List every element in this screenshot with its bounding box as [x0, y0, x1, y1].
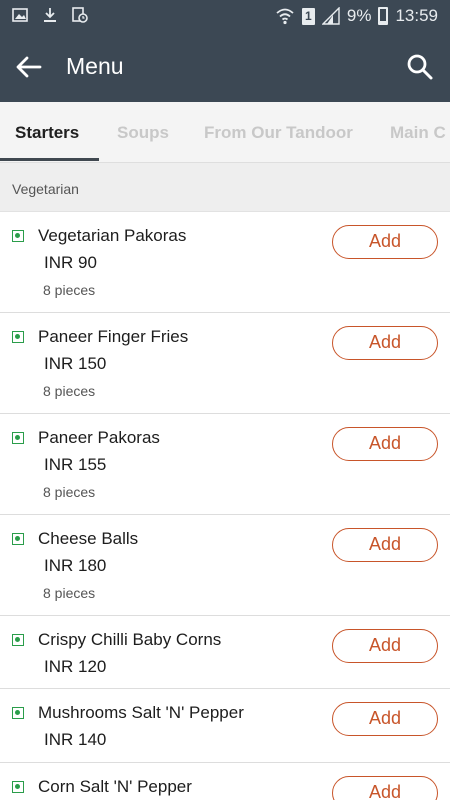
add-button[interactable]: Add — [332, 629, 438, 663]
item-price: INR 140 — [44, 730, 107, 749]
status-notifications — [12, 7, 88, 23]
signal-icon — [321, 7, 340, 25]
veg-indicator-icon — [12, 230, 24, 242]
item-price: INR 150 — [44, 354, 107, 373]
tab-from-our-tandoor[interactable]: From Our Tandoor — [204, 123, 353, 143]
gallery-icon — [12, 8, 28, 22]
add-button[interactable]: Add — [332, 326, 438, 360]
arrow-left-icon[interactable] — [14, 53, 44, 81]
clock-time: 13:59 — [395, 6, 438, 25]
sim-slot-badge: 1 — [301, 7, 315, 25]
item-name: Cheese Balls — [38, 529, 139, 548]
list-item: Crispy Chilli Baby Corns INR 120 Add — [0, 616, 450, 689]
veg-indicator-icon — [12, 533, 24, 545]
item-description: 8 pieces — [43, 484, 96, 500]
menu-list: Vegetarian Pakoras INR 90 8 pieces Add P… — [0, 212, 450, 800]
battery-icon — [378, 7, 389, 25]
status-bar: 1 9% 13:59 — [0, 0, 450, 32]
battery-percent: 9% — [346, 6, 372, 25]
section-label-vegetarian: Vegetarian — [12, 181, 79, 197]
veg-indicator-icon — [12, 331, 24, 343]
list-item: Cheese Balls INR 180 8 pieces Add — [0, 515, 450, 616]
tab-main-course[interactable]: Main C — [390, 123, 446, 143]
search-icon[interactable] — [406, 53, 434, 81]
veg-indicator-icon — [12, 781, 24, 793]
item-description: 8 pieces — [43, 282, 96, 298]
item-name: Crispy Chilli Baby Corns — [38, 630, 222, 649]
category-tabs: Starters Soups From Our Tandoor Main C — [0, 102, 450, 163]
add-button[interactable]: Add — [332, 702, 438, 736]
item-price: INR 120 — [44, 657, 107, 676]
list-item: Paneer Finger Fries INR 150 8 pieces Add — [0, 313, 450, 414]
tab-starters[interactable]: Starters — [15, 123, 79, 143]
item-name: Vegetarian Pakoras — [38, 226, 187, 245]
veg-indicator-icon — [12, 634, 24, 646]
list-item: Vegetarian Pakoras INR 90 8 pieces Add — [0, 212, 450, 313]
item-price: INR 155 — [44, 455, 107, 474]
add-button[interactable]: Add — [332, 427, 438, 461]
item-name: Mushrooms Salt 'N' Pepper — [38, 703, 244, 722]
add-button[interactable]: Add — [332, 528, 438, 562]
item-description: 8 pieces — [43, 383, 96, 399]
item-price: INR 90 — [44, 253, 97, 272]
download-icon — [44, 8, 56, 22]
active-tab-indicator — [0, 158, 99, 161]
wifi-icon — [276, 8, 294, 25]
veg-indicator-icon — [12, 432, 24, 444]
veg-indicator-icon — [12, 707, 24, 719]
status-system: 1 9% 13:59 — [275, 0, 438, 32]
section-header: Vegetarian — [0, 163, 450, 212]
add-button[interactable]: Add — [332, 776, 438, 800]
item-name: Paneer Pakoras — [38, 428, 160, 447]
list-item: Corn Salt 'N' Pepper Add — [0, 763, 450, 800]
item-description: 8 pieces — [43, 585, 96, 601]
item-price: INR 180 — [44, 556, 107, 575]
item-name: Corn Salt 'N' Pepper — [38, 777, 192, 796]
add-button[interactable]: Add — [332, 225, 438, 259]
list-item: Paneer Pakoras INR 155 8 pieces Add — [0, 414, 450, 515]
app-bar: Menu — [0, 32, 450, 102]
item-name: Paneer Finger Fries — [38, 327, 189, 346]
page-title: Menu — [66, 53, 124, 79]
clock-doc-icon — [72, 7, 88, 23]
list-item: Mushrooms Salt 'N' Pepper INR 140 Add — [0, 689, 450, 763]
tab-soups[interactable]: Soups — [117, 123, 169, 143]
